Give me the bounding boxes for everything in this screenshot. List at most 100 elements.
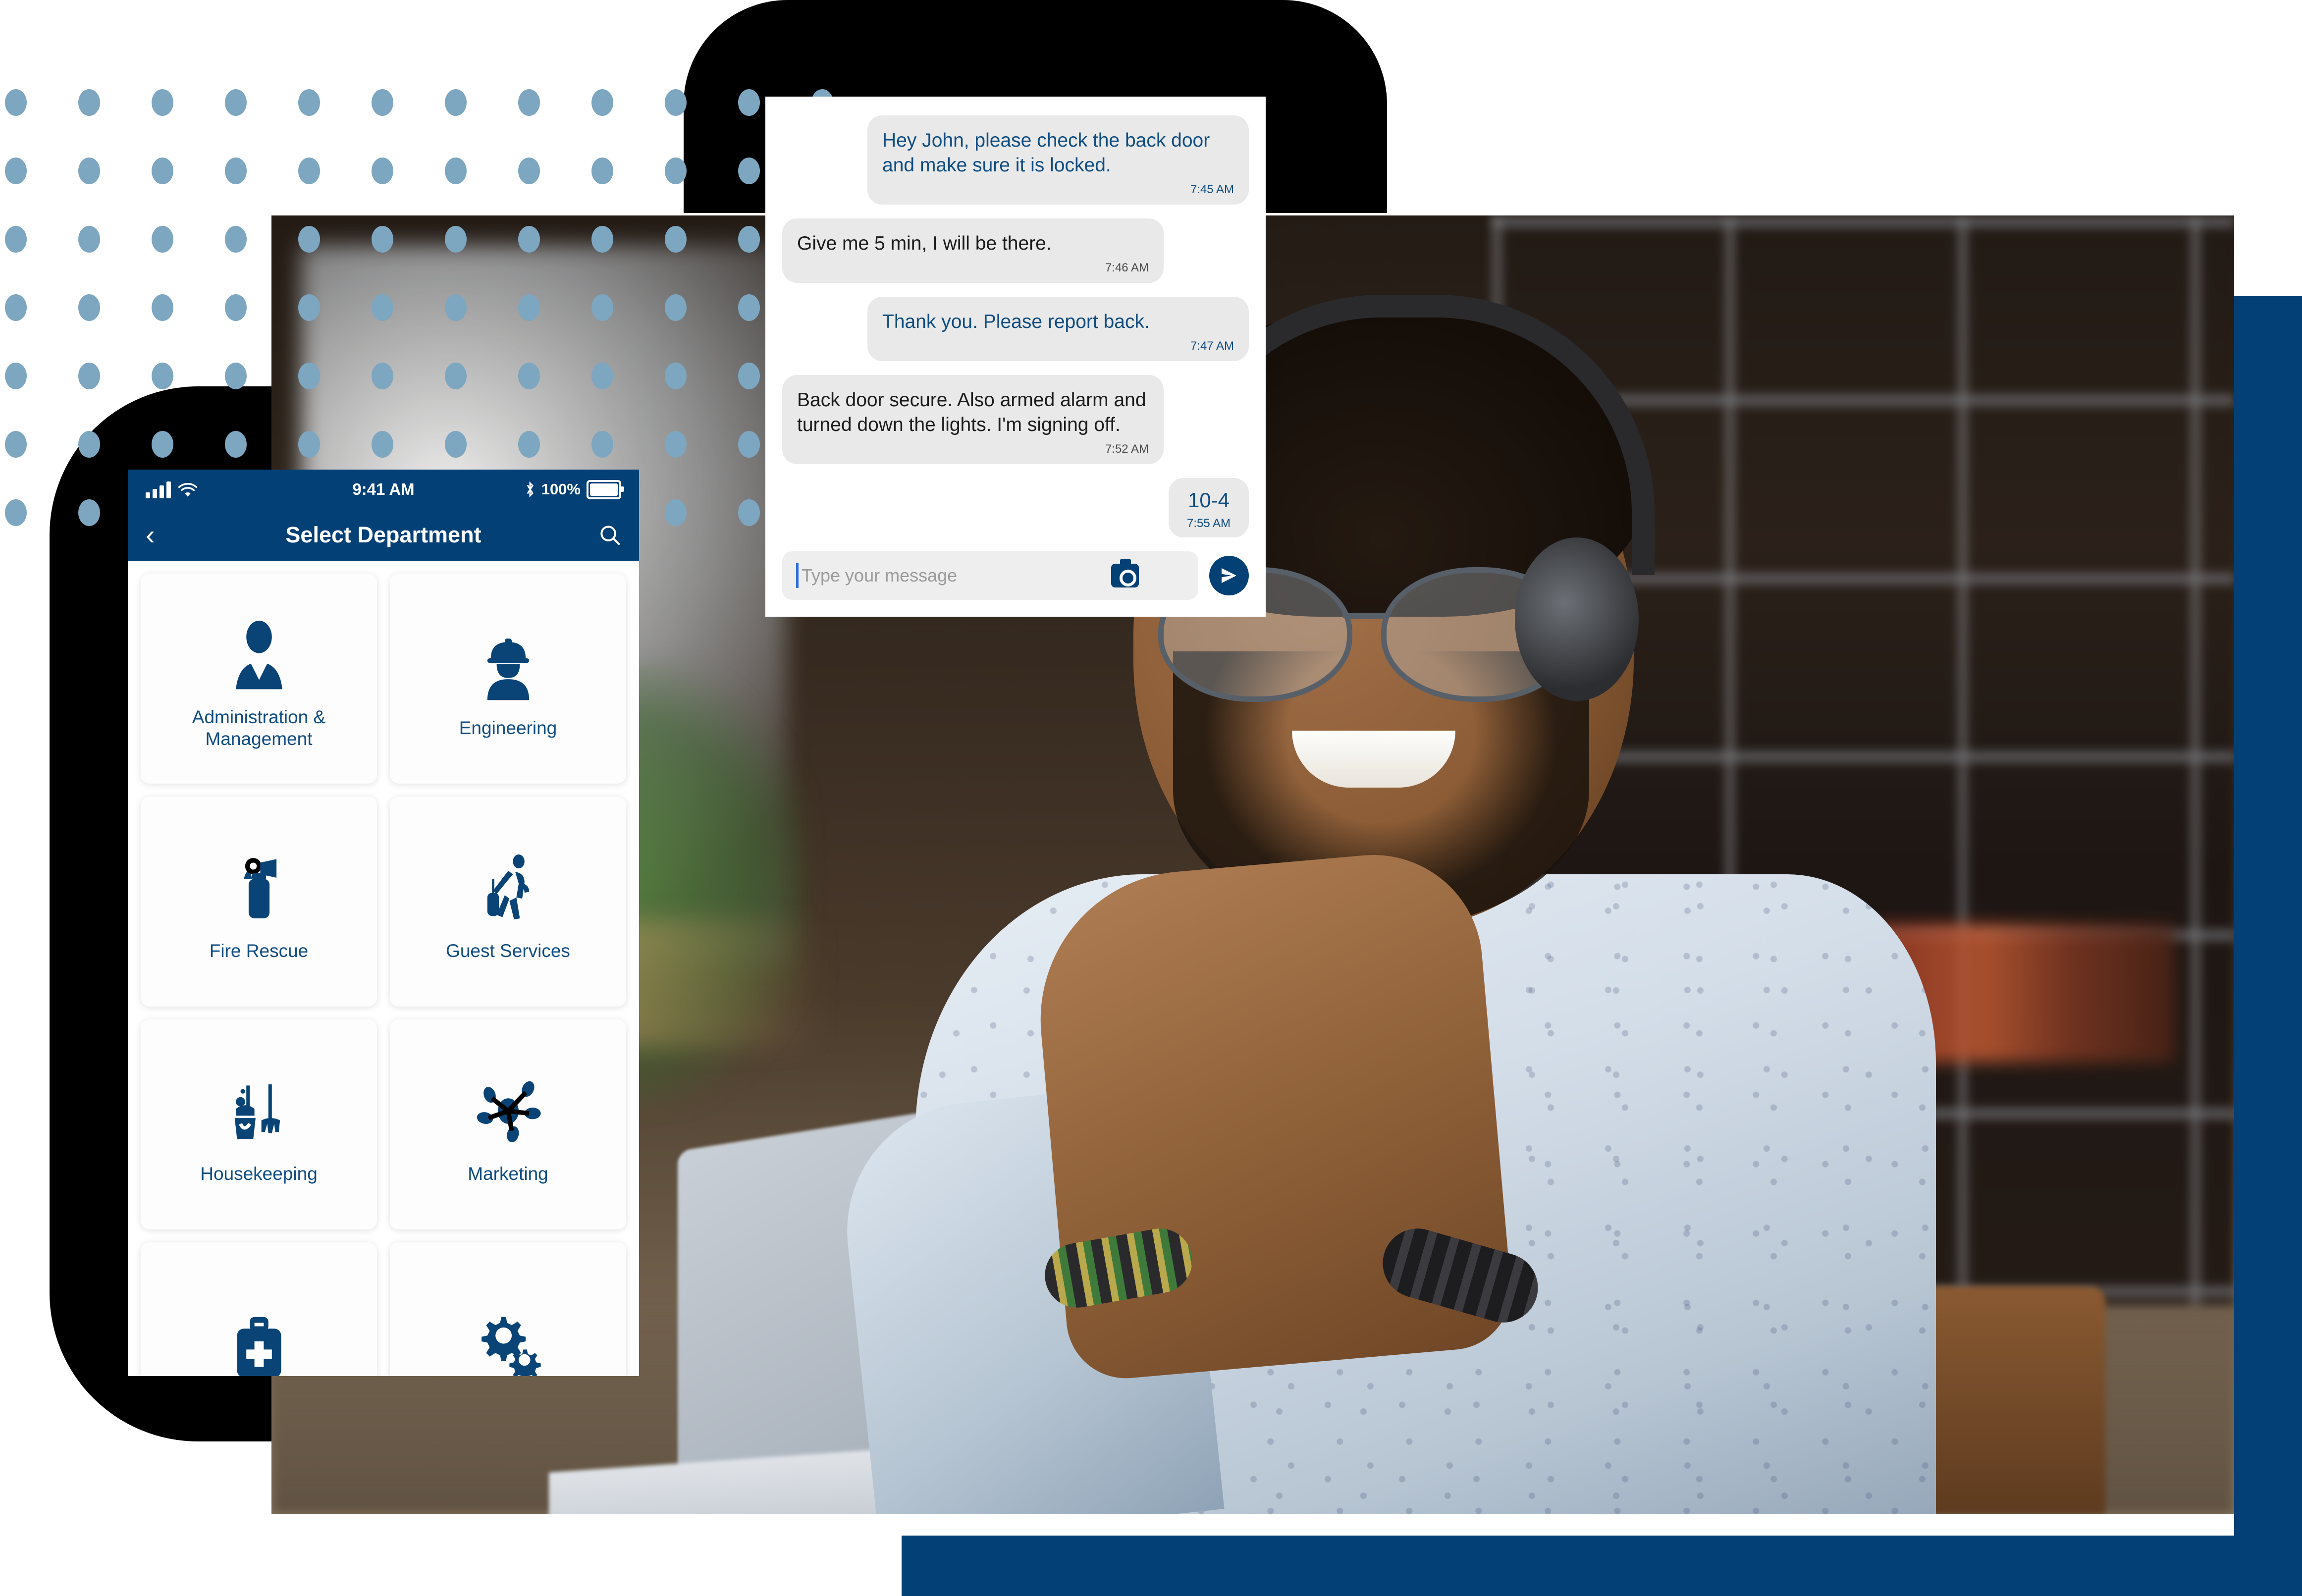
decorative-dot: [665, 226, 687, 253]
decorative-dot: [372, 89, 393, 116]
decorative-dot: [591, 89, 613, 116]
phone-status-bar: 9:41 AM 100%: [128, 470, 639, 509]
phone-nav-bar: ‹ Select Department: [128, 509, 639, 561]
decorative-dot: [445, 226, 467, 253]
decorative-dot: [5, 226, 27, 253]
decorative-dot: [152, 89, 173, 116]
decorative-dot: [225, 158, 247, 184]
battery-full-icon: [587, 479, 624, 499]
decorative-dot: [518, 158, 540, 184]
department-tile-label: Housekeeping: [200, 1164, 318, 1184]
decorative-dot: [665, 89, 687, 116]
decorative-dot: [591, 226, 613, 253]
decorative-dot: [152, 294, 173, 321]
decorative-dot: [78, 226, 100, 253]
decorative-dot: [518, 89, 540, 116]
department-tile[interactable]: Housekeeping: [141, 1019, 377, 1229]
decorative-dot: [298, 89, 320, 116]
decorative-dot: [225, 89, 247, 116]
chat-bubble-timestamp: 7:46 AM: [1105, 261, 1149, 274]
status-time: 9:41 AM: [352, 480, 415, 498]
decorative-dot: [738, 363, 760, 389]
decorative-dot: [518, 363, 540, 389]
decorative-dot: [298, 294, 320, 321]
decorative-dot: [665, 158, 687, 184]
chat-bubble-text: Back door secure. Also armed alarm and t…: [797, 389, 1146, 435]
business-person-icon: [222, 607, 296, 701]
decorative-dot: [372, 431, 393, 458]
camera-icon[interactable]: [1111, 559, 1139, 587]
dot-row: [5, 226, 833, 253]
decorative-dot: [152, 431, 173, 458]
decorative-dot: [225, 431, 247, 458]
hard-hat-worker-icon: [471, 618, 545, 712]
decorative-dot: [591, 158, 613, 184]
network-hub-icon: [471, 1064, 545, 1158]
traveler-luggage-icon: [471, 841, 545, 935]
department-tile[interactable]: Marketing: [390, 1019, 626, 1229]
department-tile[interactable]: Administration & Management: [141, 574, 377, 784]
decorative-dot: [298, 158, 320, 184]
decorative-dot: [738, 158, 760, 184]
decorative-dot: [372, 226, 393, 253]
decorative-dot: [518, 294, 540, 321]
gears-icon: [471, 1298, 545, 1376]
chat-bubble: 10-4 7:55 AM: [1169, 478, 1249, 537]
decorative-dot: [445, 363, 467, 389]
accent-panel-right: [2234, 296, 2302, 1596]
message-input[interactable]: Type your message: [782, 551, 1198, 600]
chat-bubble-text: Hey John, please check the back door and…: [882, 130, 1210, 176]
decorative-dot: [78, 431, 100, 458]
decorative-dot: [665, 363, 687, 389]
decorative-dot: [445, 158, 467, 184]
decorative-dot: [78, 294, 100, 321]
department-tile[interactable]: Fire Rescue: [141, 797, 377, 1007]
chat-bubble: Give me 5 min, I will be there. 7:46 AM: [782, 218, 1164, 283]
chat-bubble-timestamp: 7:47 AM: [1190, 339, 1234, 353]
chat-bubble-text: Thank you. Please report back.: [882, 311, 1150, 332]
decorative-dot: [665, 294, 687, 321]
dot-row: [5, 363, 833, 389]
send-button[interactable]: [1209, 556, 1249, 595]
chat-composer: Type your message: [765, 551, 1266, 618]
decorative-dot: [738, 294, 760, 321]
department-tile-label: Marketing: [468, 1164, 548, 1184]
chat-bubble: Back door secure. Also armed alarm and t…: [782, 375, 1164, 464]
decorative-dot: [225, 294, 247, 321]
chat-bubble-text: 10-4: [1187, 488, 1230, 512]
mop-bucket-icon: [222, 1064, 296, 1158]
chat-message-list: Hey John, please check the back door and…: [765, 97, 1266, 551]
accent-bar-bottom: [902, 1536, 2302, 1596]
decorative-dot: [225, 363, 247, 389]
decorative-dot: [78, 89, 100, 116]
decorative-dot: [738, 226, 760, 253]
chat-bubble-text: Give me 5 min, I will be there.: [797, 233, 1052, 254]
decorative-dot: [5, 431, 27, 458]
chat-bubble: Thank you. Please report back. 7:47 AM: [867, 297, 1249, 361]
dot-row: [5, 431, 833, 458]
department-grid: Administration & Management Engineering Fi…: [128, 561, 639, 1376]
department-tile[interactable]: [390, 1242, 626, 1376]
decorative-dot: [78, 363, 100, 389]
decorative-dot: [152, 226, 173, 253]
decorative-dot: [152, 158, 173, 184]
decorative-dot: [518, 431, 540, 458]
dot-row: [5, 294, 833, 321]
department-tile-label: Administration & Management: [192, 707, 326, 749]
decorative-dot: [591, 294, 613, 321]
department-tile[interactable]: [141, 1242, 377, 1376]
decorative-dot-grid: [5, 89, 833, 526]
decorative-dot: [78, 158, 100, 184]
medical-kit-icon: [222, 1298, 296, 1376]
department-tile-label: Engineering: [459, 718, 557, 738]
chevron-left-icon[interactable]: ‹: [146, 521, 155, 549]
search-icon[interactable]: [598, 524, 621, 546]
dot-row: [5, 158, 833, 184]
page-title: Select Department: [285, 522, 482, 547]
decorative-dot: [518, 226, 540, 253]
department-tile[interactable]: Engineering: [390, 574, 626, 784]
decorative-dot: [738, 499, 760, 526]
department-tile[interactable]: Guest Services: [390, 797, 626, 1007]
decorative-dot: [372, 294, 393, 321]
decorative-dot: [298, 363, 320, 389]
